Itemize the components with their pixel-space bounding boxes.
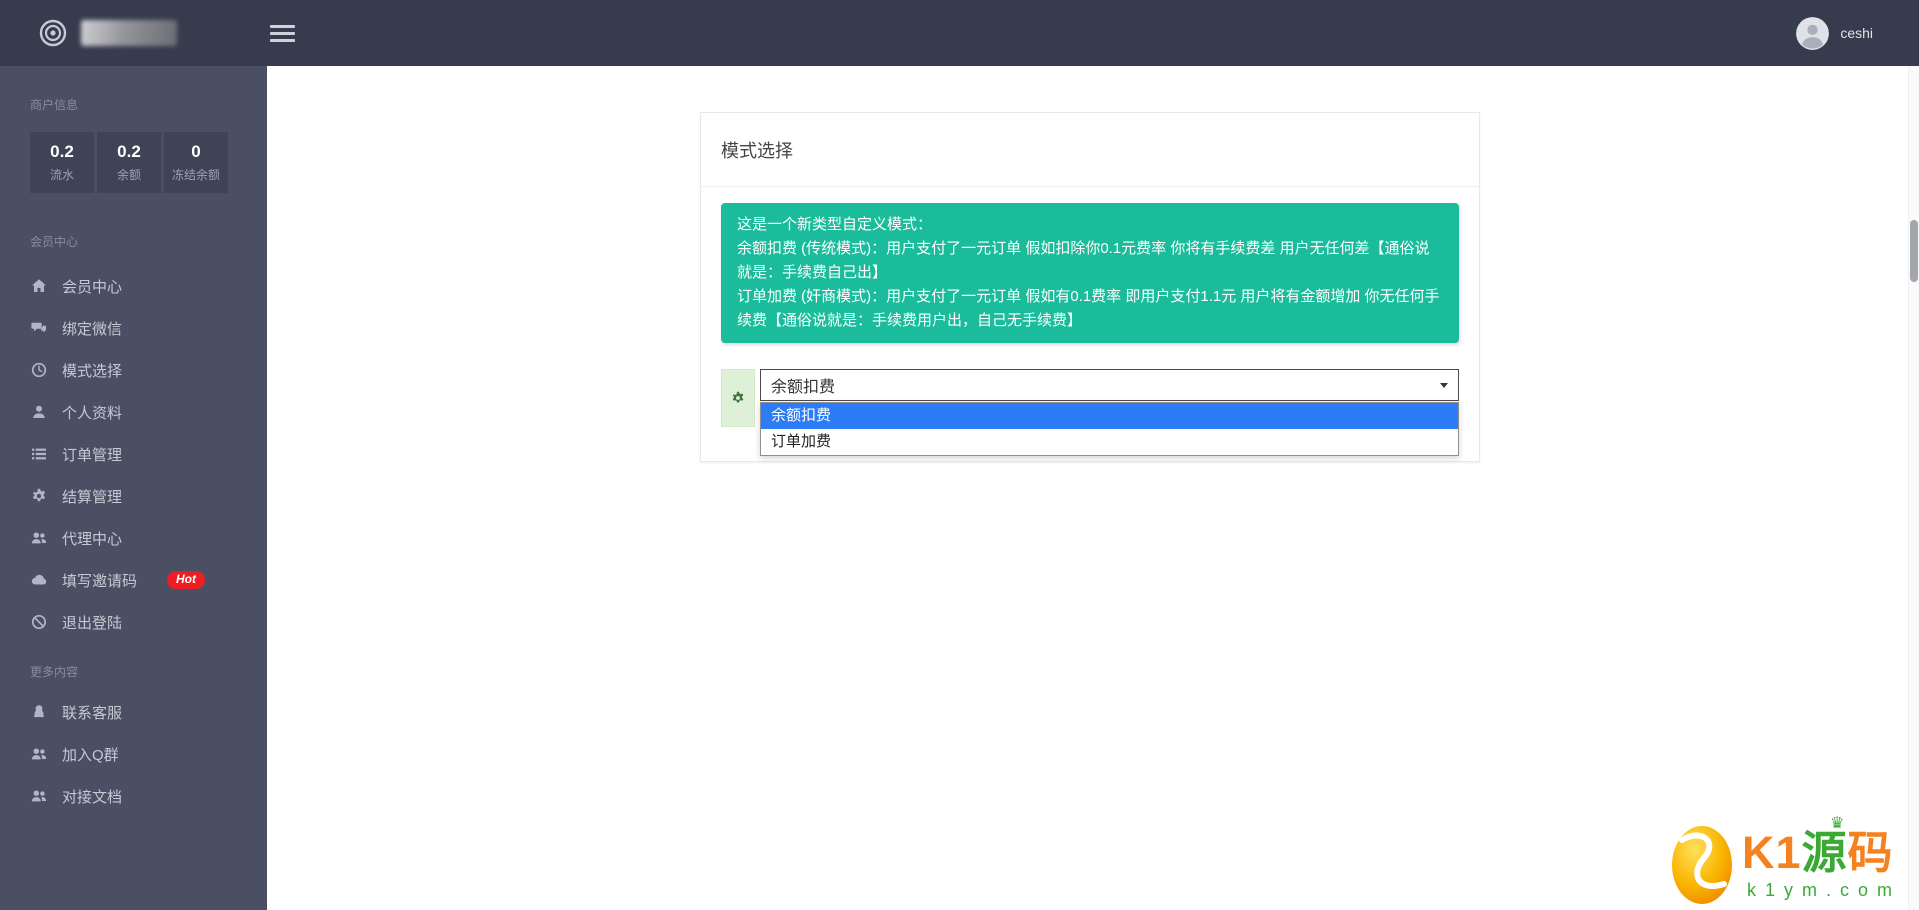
stat-balance: 0.2 余额 [97,132,161,193]
cogs-icon [30,488,48,504]
sidebar-item-orders[interactable]: 订单管理 [30,433,267,475]
home-icon [30,278,48,294]
stat-label: 余额 [116,168,141,182]
crown-icon: ♛ [1829,814,1846,832]
sidebar-item-logout[interactable]: 退出登陆 [30,601,267,643]
sidebar-item-member-center[interactable]: 会员中心 [30,265,267,307]
topbar: ceshi [0,0,1919,66]
mode-select-row: 余额扣费 余额扣费 订单加费 [721,369,1459,456]
sidebar-item-settlement[interactable]: 结算管理 [30,475,267,517]
chevron-down-icon [1440,382,1448,388]
sidebar-item-label: 订单管理 [62,446,123,464]
sidebar-section-member-center: 会员中心 [30,235,79,249]
mode-select-dropdown: 余额扣费 订单加费 [760,402,1459,456]
sidebar-item-label: 联系客服 [62,704,123,722]
sidebar-item-label: 模式选择 [62,362,123,380]
users-icon [30,746,48,762]
sidebar-item-bind-wechat[interactable]: 绑定微信 [30,307,267,349]
site-watermark: K1 源 码 ♛ k1ym.com [1670,815,1901,906]
notice-line: 这是一个新类型自定义模式： [737,216,933,233]
scrollbar-track[interactable] [1908,66,1919,910]
sidebar-item-agent-center[interactable]: 代理中心 [30,517,267,559]
main-content: 模式选择 这是一个新类型自定义模式： 余额扣费 (传统模式)：用户支付了一元订单… [267,66,1919,910]
watermark-yuan: 源 [1801,826,1848,878]
watermark-k1: K1 [1741,826,1802,878]
sidebar-item-label: 加入Q群 [62,746,119,764]
scrollbar-thumb[interactable] [1910,220,1918,282]
watermark-ma: 码 [1847,826,1894,878]
brand-logo-blurred [81,20,177,46]
stat-value: 0.2 [50,142,74,161]
sidebar-item-label: 对接文档 [62,788,123,806]
sidebar-item-label: 绑定微信 [62,320,123,338]
watermark-title: K1 源 码 ♛ [1741,815,1901,878]
sidebar-menu-more: 联系客服 加入Q群 对接文档 [30,691,267,817]
bullseye-icon [38,18,68,48]
sidebar-item-label: 退出登陆 [62,614,123,632]
mode-select-card: 模式选择 这是一个新类型自定义模式： 余额扣费 (传统模式)：用户支付了一元订单… [700,112,1480,462]
sidebar-item-label: 结算管理 [62,488,123,506]
notice-line: 余额扣费 (传统模式)：用户支付了一元订单 假如扣除你0.1元费率 你将有手续费… [737,240,1430,281]
mode-select-wrap: 余额扣费 余额扣费 订单加费 [760,369,1459,456]
sidebar-item-profile[interactable]: 个人资料 [30,391,267,433]
select-addon [721,369,755,427]
user-menu[interactable]: ceshi [1796,16,1873,50]
card-header: 模式选择 [701,113,1479,187]
watermark-text: K1 源 码 ♛ k1ym.com [1741,815,1901,901]
stat-value: 0 [191,142,201,161]
mode-description-notice: 这是一个新类型自定义模式： 余额扣费 (传统模式)：用户支付了一元订单 假如扣除… [721,203,1459,343]
sidebar-item-label: 会员中心 [62,278,123,296]
sidebar-item-join-qq-group[interactable]: 加入Q群 [30,733,267,775]
notice-line: 订单加费 (奸商模式)：用户支付了一元订单 假如有0.1费率 即用户支付1.1元… [737,288,1440,329]
watermark-domain: k1ym.com [1746,880,1901,901]
sidebar-item-mode-select[interactable]: 模式选择 [30,349,267,391]
stat-turnover: 0.2 流水 [30,132,94,193]
sidebar-item-contact-support[interactable]: 联系客服 [30,691,267,733]
avatar[interactable] [1796,16,1830,50]
sidebar-item-label: 填写邀请码 [62,572,138,590]
stat-label: 冻结余额 [172,168,221,182]
mode-select-value: 余额扣费 [771,379,836,396]
card-body: 这是一个新类型自定义模式： 余额扣费 (传统模式)：用户支付了一元订单 假如扣除… [701,187,1479,461]
qq-icon [30,704,48,720]
sidebar-section-more: 更多内容 [30,665,79,679]
hamburger-icon[interactable] [266,19,299,48]
stat-label: 流水 [49,168,74,182]
users-icon [30,530,48,546]
users-icon [30,788,48,804]
stat-value: 0.2 [117,142,141,161]
list-icon [30,446,48,462]
user-icon [30,404,48,420]
sidebar-item-invite-code[interactable]: 填写邀请码 Hot [30,559,267,601]
ban-icon [30,614,48,630]
sidebar-item-api-docs[interactable]: 对接文档 [30,775,267,817]
sidebar-menu: 会员中心 绑定微信 模式选择 个人资料 订单管理 结算管理 代理中心 填写邀请码… [30,265,267,643]
cloud-icon [30,572,48,588]
mode-select[interactable]: 余额扣费 [760,369,1459,401]
comments-icon [30,320,48,336]
brand [0,18,252,48]
page-title: 模式选择 [721,140,793,161]
option-balance-deduct[interactable]: 余额扣费 [761,403,1458,429]
hot-badge: Hot [167,571,206,589]
option-order-surcharge[interactable]: 订单加费 [761,429,1458,455]
stat-frozen-balance: 0 冻结余额 [164,132,229,193]
username[interactable]: ceshi [1840,25,1873,41]
sidebar-section-merchant-info: 商户信息 [30,98,79,112]
k1-egg-logo-icon [1670,824,1734,906]
clock-icon [30,362,48,378]
merchant-stats: 0.2 流水 0.2 余额 0 冻结余额 [30,132,267,193]
sidebar-item-label: 代理中心 [62,530,123,548]
gear-icon [731,391,745,405]
sidebar: 商户信息 0.2 流水 0.2 余额 0 冻结余额 会员中心 会员中心 绑定微信 [0,66,267,910]
sidebar-item-label: 个人资料 [62,404,123,422]
